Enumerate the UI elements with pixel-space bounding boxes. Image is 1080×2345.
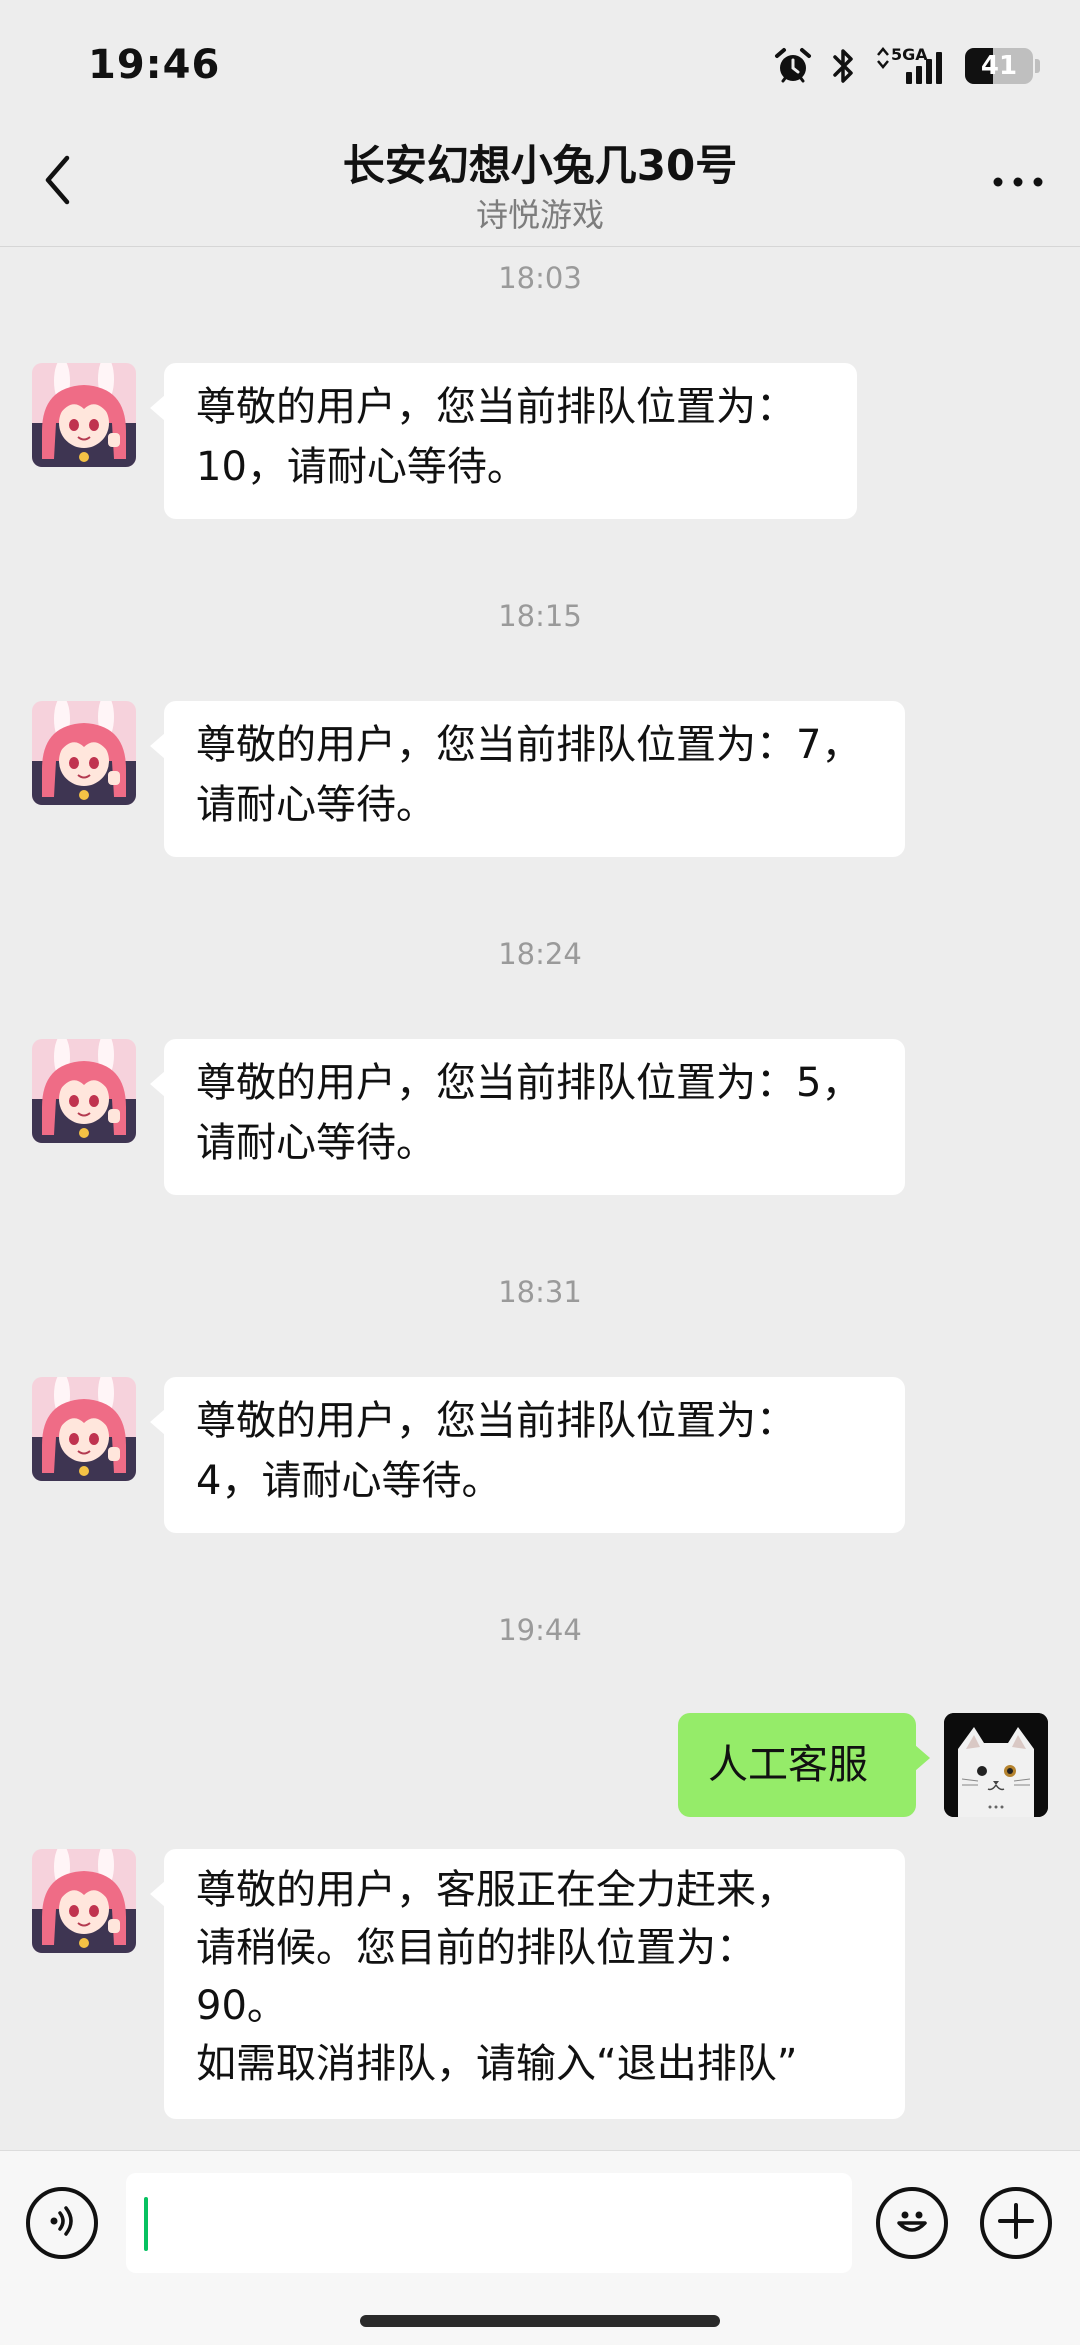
voice-icon xyxy=(44,2203,80,2243)
battery-cap xyxy=(1035,59,1040,73)
status-icons: 5GA 41 xyxy=(773,44,1040,88)
battery-level: 41 xyxy=(980,51,1018,81)
chat-header: 长安幻想小兔几30号 诗悦游戏 xyxy=(0,120,1080,247)
plus-icon xyxy=(996,2201,1036,2245)
incoming-message-bubble[interactable]: 尊敬的用户，您当前排队位置为： 10，请耐心等待。 xyxy=(150,363,857,519)
home-indicator[interactable] xyxy=(360,2315,720,2327)
alarm-icon xyxy=(773,46,813,86)
service-avatar[interactable] xyxy=(32,1377,136,1481)
message-timestamp: 18:03 xyxy=(498,261,582,295)
user-avatar[interactable] xyxy=(944,1713,1048,1817)
emoji-button[interactable] xyxy=(876,2187,948,2259)
incoming-message-bubble[interactable]: 尊敬的用户，客服正在全力赶来， 请稍候。您目前的排队位置为： 90。 如需取消排… xyxy=(150,1849,905,2119)
emoji-icon xyxy=(890,2199,934,2247)
bluetooth-icon xyxy=(831,46,857,86)
service-avatar[interactable] xyxy=(32,701,136,805)
signal-5ga-icon: 5GA xyxy=(875,46,947,86)
plus-button[interactable] xyxy=(980,2187,1052,2259)
chat-title: 长安幻想小兔几30号 xyxy=(342,141,738,190)
status-time: 19:46 xyxy=(88,42,221,88)
text-cursor xyxy=(144,2197,148,2251)
message-timestamp: 18:31 xyxy=(498,1275,582,1309)
service-avatar[interactable] xyxy=(32,363,136,467)
chat-message-list[interactable]: 18:03 尊敬的用户，您当前排队位置为： 10，请耐心等待。 18:15 尊敬… xyxy=(0,247,1080,2150)
outgoing-message-bubble[interactable]: 人工客服 xyxy=(678,1713,930,1817)
voice-button[interactable] xyxy=(26,2187,98,2259)
chat-subtitle: 诗悦游戏 xyxy=(475,196,604,234)
message-input[interactable] xyxy=(126,2173,852,2273)
incoming-message-bubble[interactable]: 尊敬的用户，您当前排队位置为： 4，请耐心等待。 xyxy=(150,1377,905,1533)
more-button[interactable] xyxy=(986,160,1050,204)
status-bar: 19:46 5GA 41 xyxy=(0,0,1080,120)
more-dots-icon xyxy=(992,173,1044,192)
battery-indicator: 41 xyxy=(965,48,1040,84)
service-avatar[interactable] xyxy=(32,1849,136,1953)
service-avatar[interactable] xyxy=(32,1039,136,1143)
message-timestamp: 19:44 xyxy=(498,1613,582,1647)
message-timestamp: 18:24 xyxy=(498,937,582,971)
battery-icon: 41 xyxy=(965,48,1033,84)
network-type-label: 5GA xyxy=(891,45,928,64)
incoming-message-bubble[interactable]: 尊敬的用户，您当前排队位置为：7， 请耐心等待。 xyxy=(150,701,905,857)
message-timestamp: 18:15 xyxy=(498,599,582,633)
incoming-message-bubble[interactable]: 尊敬的用户，您当前排队位置为：5， 请耐心等待。 xyxy=(150,1039,905,1195)
chat-input-bar xyxy=(0,2150,1080,2345)
